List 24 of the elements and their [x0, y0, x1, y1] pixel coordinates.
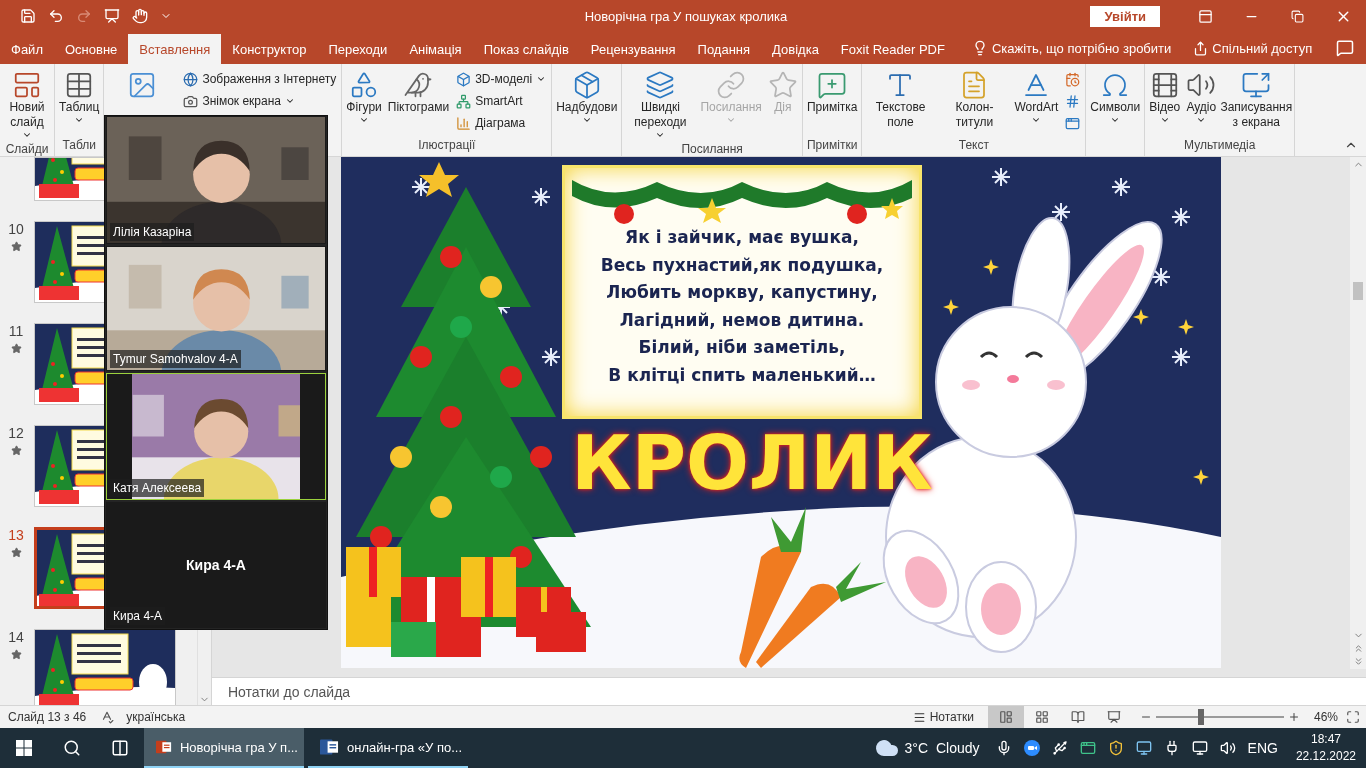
poem-line: Любить моркву, капустину,	[606, 281, 878, 304]
slide-number: 14	[8, 629, 24, 645]
poem-line: В клітці спить маленький…	[608, 363, 876, 387]
group-label: Посилання	[680, 142, 744, 156]
slide-number: 11	[8, 323, 24, 339]
participant-title: Кира 4-А	[186, 557, 246, 573]
poem-line: Білий, ніби заметіль,	[638, 336, 846, 359]
participant-name: Катя Алексеева	[110, 479, 205, 497]
poem-line: Лагідний, немов дитина.	[619, 308, 865, 332]
slide-number: 10	[8, 221, 24, 237]
group-label: Ілюстрації	[417, 138, 477, 154]
group-label: Мультимедіа	[1183, 138, 1257, 154]
group-label: Табли	[61, 138, 97, 154]
window-title: Новорічна гра У пошуках кролика	[583, 8, 789, 24]
slide-counter: Слайд 13 з 46	[8, 710, 87, 724]
participant-name: Лілія Казаріна	[110, 223, 195, 241]
group-label: Примітки	[806, 138, 859, 154]
group-label: Текст	[957, 138, 990, 154]
group-label: Слайди	[4, 142, 50, 156]
poem-line: Як і зайчик, має вушка,	[625, 226, 859, 249]
slide-number: 13	[8, 527, 24, 543]
poem-line: Весь пухнастий,як подушка,	[600, 253, 884, 277]
slide-number: 12	[8, 425, 24, 441]
participant-name: Tymur Samohvalov 4-A	[110, 350, 241, 368]
